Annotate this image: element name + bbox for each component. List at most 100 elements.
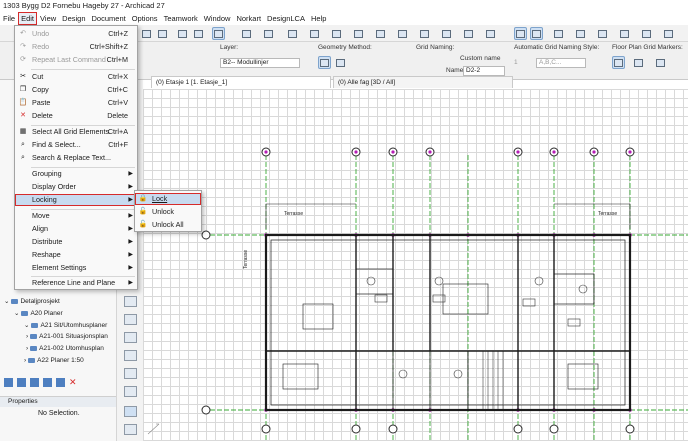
- marquee-tool-icon[interactable]: [192, 27, 205, 40]
- custom-name-option[interactable]: Custom name: [460, 55, 500, 62]
- menu-item-select-all[interactable]: ▦ Select All Grid Elements Ctrl+A: [15, 126, 137, 138]
- grid-element-icon[interactable]: [530, 27, 543, 40]
- zoom-icon[interactable]: [330, 27, 343, 40]
- clone-icon[interactable]: [30, 378, 39, 387]
- publish-icon[interactable]: [43, 378, 52, 387]
- menu-window[interactable]: Window: [201, 12, 234, 25]
- menu-item-locking[interactable]: Locking ▶: [15, 194, 137, 206]
- tree-item-a21-sit[interactable]: ⌄ A21 Sit/Utomhusplaner: [24, 321, 107, 330]
- menu-edit[interactable]: Edit: [18, 12, 38, 25]
- redo-icon[interactable]: [156, 27, 169, 40]
- marker-style-icon[interactable]: [632, 56, 645, 69]
- menu-item-repeat[interactable]: ⟳ Repeat Last Command Ctrl+M: [15, 54, 137, 66]
- menu-design[interactable]: Design: [59, 12, 88, 25]
- curtain-wall-tool-icon[interactable]: [124, 296, 137, 307]
- menu-file[interactable]: File: [0, 12, 18, 25]
- redo-icon: ↷: [20, 43, 26, 50]
- mesh-tool-icon[interactable]: [124, 350, 137, 361]
- tree-item-a21-001[interactable]: › A21-001 Situasjonsplan: [26, 333, 108, 340]
- marker-settings-icon[interactable]: [654, 56, 667, 69]
- label-icon[interactable]: [596, 27, 609, 40]
- menu-norkart[interactable]: Norkart: [233, 12, 264, 25]
- object-tool-icon[interactable]: [124, 314, 137, 325]
- menu-item-cut[interactable]: ✂ Cut Ctrl+X: [15, 71, 137, 83]
- tree-item-a20-planer[interactable]: ⌄ A20 Planer: [14, 309, 63, 318]
- auto-naming-dropdown[interactable]: A,B,C...: [536, 58, 586, 68]
- menu-designlca[interactable]: DesignLCA: [264, 12, 308, 25]
- delete-icon[interactable]: ✕: [69, 378, 78, 387]
- menu-item-reshape[interactable]: Reshape ▶: [15, 249, 137, 261]
- shell-tool-icon[interactable]: [124, 424, 137, 435]
- slab-icon[interactable]: [440, 27, 453, 40]
- menu-item-redo[interactable]: ↷ Redo Ctrl+Shift+Z: [15, 41, 137, 53]
- layer-dropdown[interactable]: B2-- Modullinjer: [220, 58, 300, 68]
- new-folder-icon[interactable]: [4, 378, 13, 387]
- menu-teamwork[interactable]: Teamwork: [161, 12, 201, 25]
- door-icon[interactable]: [418, 27, 431, 40]
- grid-naming-label: Grid Naming:: [416, 44, 455, 51]
- menu-item-align[interactable]: Align ▶: [15, 223, 137, 235]
- dimension-icon[interactable]: [552, 27, 565, 40]
- submenu-item-unlock[interactable]: 🔓 Unlock: [135, 206, 201, 218]
- measure-icon[interactable]: [286, 27, 299, 40]
- roof-icon[interactable]: [462, 27, 475, 40]
- text-icon[interactable]: [574, 27, 587, 40]
- arc-geometry-icon[interactable]: [334, 56, 347, 69]
- railing-tool-icon[interactable]: [124, 386, 137, 397]
- menu-item-display-order[interactable]: Display Order ▶: [15, 181, 137, 193]
- submenu-item-lock[interactable]: 🔒 Lock: [135, 193, 201, 205]
- fill-icon[interactable]: [618, 27, 631, 40]
- tab-etasje-1[interactable]: (0) Etasje 1 [1. Etasje_1]: [151, 76, 331, 88]
- grid-tool-icon[interactable]: [514, 27, 527, 40]
- menu-item-grouping[interactable]: Grouping ▶: [15, 168, 137, 180]
- menu-options[interactable]: Options: [129, 12, 161, 25]
- tree-item-detaljprosjekt[interactable]: ⌄ Detaljprosjekt: [4, 297, 60, 306]
- lamp-tool-icon[interactable]: [124, 368, 137, 379]
- marker-checkbox[interactable]: [612, 56, 625, 69]
- menu-help[interactable]: Help: [308, 12, 329, 25]
- pencil-icon[interactable]: [308, 27, 321, 40]
- menu-item-find-select[interactable]: ⌕ Find & Select... Ctrl+F: [15, 139, 137, 151]
- menu-item-paste[interactable]: 📋 Paste Ctrl+V: [15, 97, 137, 109]
- undo-icon[interactable]: [140, 27, 153, 40]
- floor-plan-canvas[interactable]: Terrasse Terrasse Terrasse: [143, 89, 688, 441]
- settings-icon[interactable]: [56, 378, 65, 387]
- menu-item-search-replace[interactable]: ⌕ Search & Replace Text...: [15, 152, 137, 164]
- tree-item-a21-002[interactable]: › A21-002 Utomhusplan: [26, 345, 104, 352]
- properties-header[interactable]: Properties: [0, 397, 116, 407]
- menu-item-undo[interactable]: ↶ Undo Ctrl+Z: [15, 28, 137, 40]
- menu-document[interactable]: Document: [89, 12, 129, 25]
- zone-tool-icon[interactable]: [124, 332, 137, 343]
- snap-guide-icon[interactable]: [240, 27, 253, 40]
- selection-status: No Selection.: [38, 410, 80, 417]
- stair-icon[interactable]: [484, 27, 497, 40]
- tree-item-a22[interactable]: › A22 Planer 1:50: [24, 357, 84, 364]
- menu-item-copy[interactable]: ❐ Copy Ctrl+C: [15, 84, 137, 96]
- menu-separator: [31, 69, 135, 70]
- section-icon[interactable]: [374, 27, 387, 40]
- menu-item-delete[interactable]: ✕ Delete Delete: [15, 110, 137, 122]
- straight-geometry-icon[interactable]: [318, 56, 331, 69]
- menu-item-element-settings[interactable]: Element Settings ▶: [15, 262, 137, 274]
- paste-icon: 📋: [18, 99, 28, 106]
- arc-icon[interactable]: [662, 27, 675, 40]
- tab-alle-fag[interactable]: (0) Alle fag [3D / All]: [333, 76, 513, 88]
- line-icon[interactable]: [640, 27, 653, 40]
- 3d-view-icon[interactable]: [212, 27, 225, 40]
- chevron-down-icon: ⌄: [4, 298, 10, 305]
- window-icon[interactable]: [396, 27, 409, 40]
- unlock-all-icon: 🔓: [138, 221, 148, 228]
- folder-icon: [21, 310, 29, 316]
- menu-item-distribute[interactable]: Distribute ▶: [15, 236, 137, 248]
- submenu-item-unlock-all[interactable]: 🔓 Unlock All: [135, 219, 201, 231]
- menu-item-reference-line[interactable]: Reference Line and Plane ▶: [15, 277, 137, 289]
- grid-element-tool-icon[interactable]: [124, 406, 137, 417]
- menu-view[interactable]: View: [37, 12, 59, 25]
- grid-snap-icon[interactable]: [262, 27, 275, 40]
- repeat-icon: ⟳: [20, 56, 26, 63]
- arrow-tool-icon[interactable]: [176, 27, 189, 40]
- scissors-icon: ✂: [20, 73, 26, 80]
- layers-icon[interactable]: [352, 27, 365, 40]
- new-layout-icon[interactable]: [17, 378, 26, 387]
- menu-item-move[interactable]: Move ▶: [15, 210, 137, 222]
